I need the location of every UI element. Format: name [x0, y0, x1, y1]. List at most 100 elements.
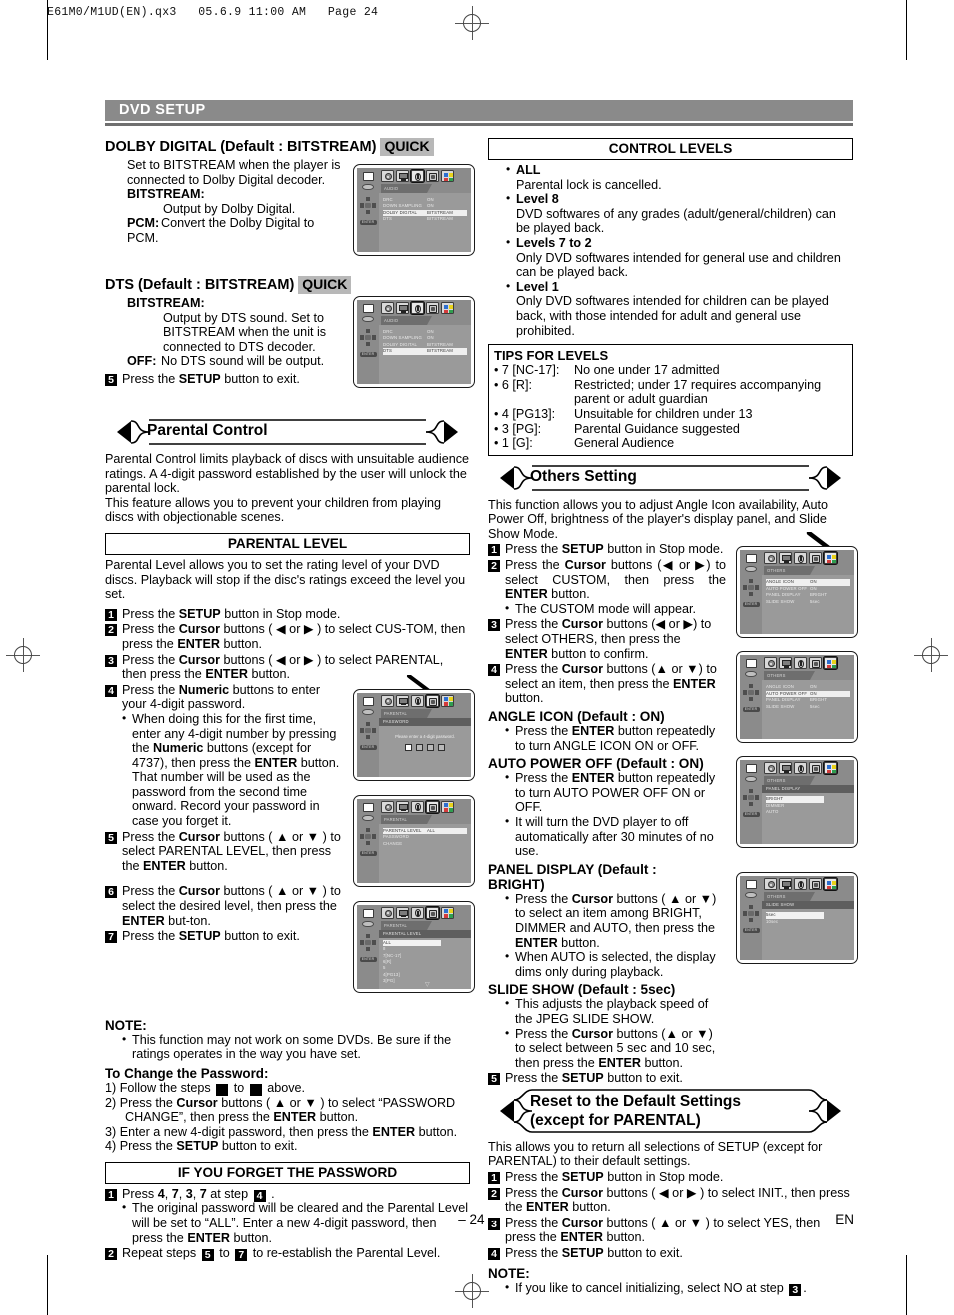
step-number: 3 [488, 619, 500, 632]
others-icon[interactable] [441, 906, 454, 919]
disc-icon[interactable] [381, 170, 394, 182]
reset-step-2: 2 Press the Cursor buttons ( ◀ or ▶ ) to… [488, 1186, 853, 1215]
disc-icon[interactable] [381, 906, 394, 919]
disc-side-icon [362, 316, 374, 322]
password-box[interactable] [405, 743, 412, 751]
others-icon[interactable] [824, 878, 837, 891]
others-icon[interactable] [441, 302, 454, 314]
speaker-icon[interactable] [411, 694, 424, 707]
lock-icon[interactable] [809, 657, 822, 670]
monitor-icon[interactable] [396, 800, 409, 813]
monitor-icon[interactable] [396, 906, 409, 919]
disc-icon[interactable] [764, 878, 777, 891]
password-box[interactable] [438, 743, 445, 751]
lock-icon[interactable] [426, 694, 439, 707]
speaker-icon[interactable] [794, 657, 807, 670]
step-text: Repeat steps 5 to 7 to re-establish the … [122, 1246, 441, 1262]
osd-others-slide-show: ENTER OTHERS SLIDE SHOW 5sec 10sec [736, 872, 858, 965]
others-icon[interactable] [441, 800, 454, 813]
osd-subtitle: PASSWORD [379, 717, 471, 726]
parental-level-title: PARENTAL LEVEL [105, 532, 470, 555]
speaker-icon[interactable] [411, 906, 424, 919]
parental-step-4: 4 Press the Numeric buttons to enter you… [105, 683, 343, 712]
lock-icon[interactable] [426, 302, 439, 314]
monitor-icon[interactable] [396, 170, 409, 182]
registration-mark-left [6, 638, 40, 672]
change-password-step: 4) Press the SETUP button to exit. [105, 1139, 298, 1154]
password-box[interactable] [427, 743, 434, 751]
dolby-pcm-label: PCM: [127, 216, 160, 231]
dpad-icon [743, 789, 759, 807]
monitor-icon[interactable] [779, 552, 792, 565]
disc-icon[interactable] [764, 552, 777, 565]
lock-icon[interactable] [426, 800, 439, 813]
speaker-icon[interactable] [411, 302, 424, 314]
others-icon[interactable] [441, 694, 454, 707]
step-ref: 3 [789, 1283, 802, 1296]
dolby-digital-heading: DOLBY DIGITAL (Default : BITSTREAM) QUICK [105, 138, 470, 156]
control-level-label: Level 1 [516, 279, 559, 294]
disc-icon[interactable] [764, 762, 777, 775]
lock-icon[interactable] [809, 878, 822, 891]
change-password-title: To Change the Password: [105, 1065, 269, 1081]
left-column: DOLBY DIGITAL (Default : BITSTREAM) QUICK… [105, 138, 475, 1295]
step-number: 5 [488, 1073, 500, 1086]
disc-side-icon [745, 892, 757, 899]
auto-power-off-heading: AUTO POWER OFF (Default : ON) [488, 756, 704, 772]
monitor-icon[interactable] [779, 878, 792, 891]
crop-mark-right-bottom [906, 1255, 907, 1315]
change-password-steps: 1) Follow the steps 1 to 4 above. 2) Pre… [105, 1081, 470, 1154]
tips-value: Restricted; under 17 requires accompanyi… [574, 377, 822, 407]
speaker-icon[interactable] [411, 170, 424, 182]
disc-icon[interactable] [381, 694, 394, 707]
others-icon[interactable] [824, 657, 837, 670]
dpad-icon [360, 827, 376, 845]
osd-tab-label: AUDIO [381, 184, 432, 193]
tips-for-levels-box: TIPS FOR LEVELS • 7 [NC-17]: No one under… [488, 344, 853, 456]
control-level-label: Level 8 [516, 192, 559, 207]
tips-row: • 7 [NC-17]: No one under 17 admitted [494, 363, 847, 378]
registration-mark-right [914, 638, 948, 672]
lock-icon[interactable] [426, 906, 439, 919]
page-number: – 24 – [458, 1212, 496, 1227]
disc-side-icon [745, 671, 757, 678]
tips-key: • 1 [G]: [494, 436, 533, 451]
osd-message: Please enter a 4-digit password. [395, 733, 455, 739]
password-boxes[interactable] [383, 743, 467, 751]
osd-list-item[interactable]: 10sec [766, 919, 850, 925]
change-password-step: 2) Press the Cursor buttons ( ▲ or ▼ ) t… [105, 1095, 456, 1125]
lock-icon[interactable] [809, 552, 822, 565]
osd-sidebar: ENTER [740, 760, 762, 845]
registration-mark-top [455, 6, 489, 40]
monitor-icon[interactable] [779, 762, 792, 775]
chevron-down-icon[interactable]: ▽ [425, 981, 430, 988]
lock-icon[interactable] [426, 170, 439, 182]
monitor-icon[interactable] [779, 657, 792, 670]
tips-key: • 7 [NC-17]: [494, 363, 560, 378]
forgot-step-2: 2 Repeat steps 5 to 7 to re-establish th… [105, 1246, 470, 1262]
step-text: Press the Cursor buttons ( ◀ or ▶ ) to s… [505, 1185, 850, 1215]
lock-icon[interactable] [809, 762, 822, 775]
monitor-icon[interactable] [396, 302, 409, 314]
osd-list-item[interactable]: AUTO [766, 809, 850, 815]
disc-icon[interactable] [381, 800, 394, 813]
others-step-5: 5 Press the SETUP button to exit. [488, 1071, 726, 1086]
password-box[interactable] [416, 743, 423, 751]
speaker-icon[interactable] [794, 878, 807, 891]
speaker-icon[interactable] [794, 762, 807, 775]
disc-icon[interactable] [764, 657, 777, 670]
disc-icon[interactable] [381, 302, 394, 314]
speaker-icon[interactable] [794, 552, 807, 565]
step-ref: 1 [209, 1083, 229, 1096]
parental-note-bullet: This function may not work on some DVDs.… [122, 1032, 470, 1062]
speaker-icon[interactable] [411, 800, 424, 813]
others-icon[interactable] [824, 552, 837, 565]
section-rule [105, 123, 853, 126]
enter-key-icon: ENTER [742, 812, 760, 818]
tips-value: Parental Guidance suggested [574, 421, 740, 436]
osd-row: DTS BITSTREAM [383, 216, 467, 222]
monitor-icon[interactable] [396, 694, 409, 707]
others-icon[interactable] [824, 762, 837, 775]
others-icon[interactable] [441, 170, 454, 182]
job-header: E61M0/M1UD(EN).qx3 05.6.9 11:00 AM Page … [47, 6, 379, 19]
